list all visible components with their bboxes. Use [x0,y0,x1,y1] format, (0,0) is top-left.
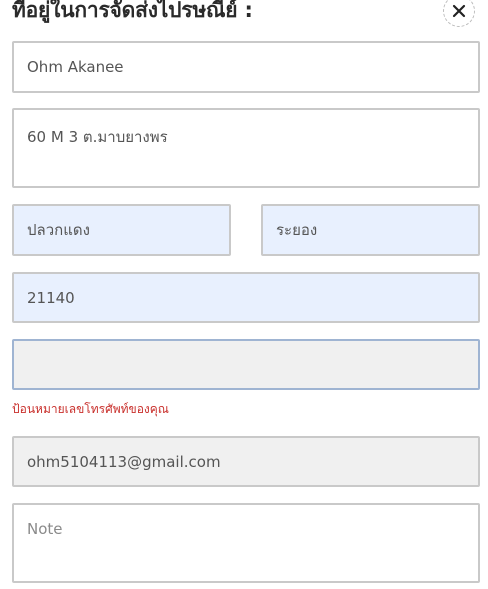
postcode-value: 21140 [27,288,75,307]
close-icon [452,4,466,18]
email-field: ohm5104113@gmail.com [12,436,480,487]
phone-error-message: ป้อนหมายเลขโทรศัพท์ของคุณ [12,402,169,416]
district-value: ปลวกแดง [27,221,90,239]
close-button[interactable] [443,0,475,27]
note-field[interactable]: Note [12,503,480,583]
name-field[interactable]: Ohm Akanee [12,41,480,93]
province-value: ระยอง [276,221,318,239]
address-value: 60 M 3 ต.มาบยางพร [27,128,168,146]
name-value: Ohm Akanee [27,58,124,76]
note-placeholder: Note [27,520,63,538]
dialog-title: ที่อยู่ในการจัดส่งไปรษณีย์ : [12,0,253,22]
address-field[interactable]: 60 M 3 ต.มาบยางพร [12,108,480,188]
email-value: ohm5104113@gmail.com [27,452,221,471]
phone-field[interactable] [12,339,480,390]
postcode-field[interactable]: 21140 [12,272,480,323]
shipping-address-dialog: ที่อยู่ในการจัดส่งไปรษณีย์ : Ohm Akanee … [0,0,488,589]
province-field[interactable]: ระยอง [261,204,480,256]
district-field[interactable]: ปลวกแดง [12,204,231,256]
